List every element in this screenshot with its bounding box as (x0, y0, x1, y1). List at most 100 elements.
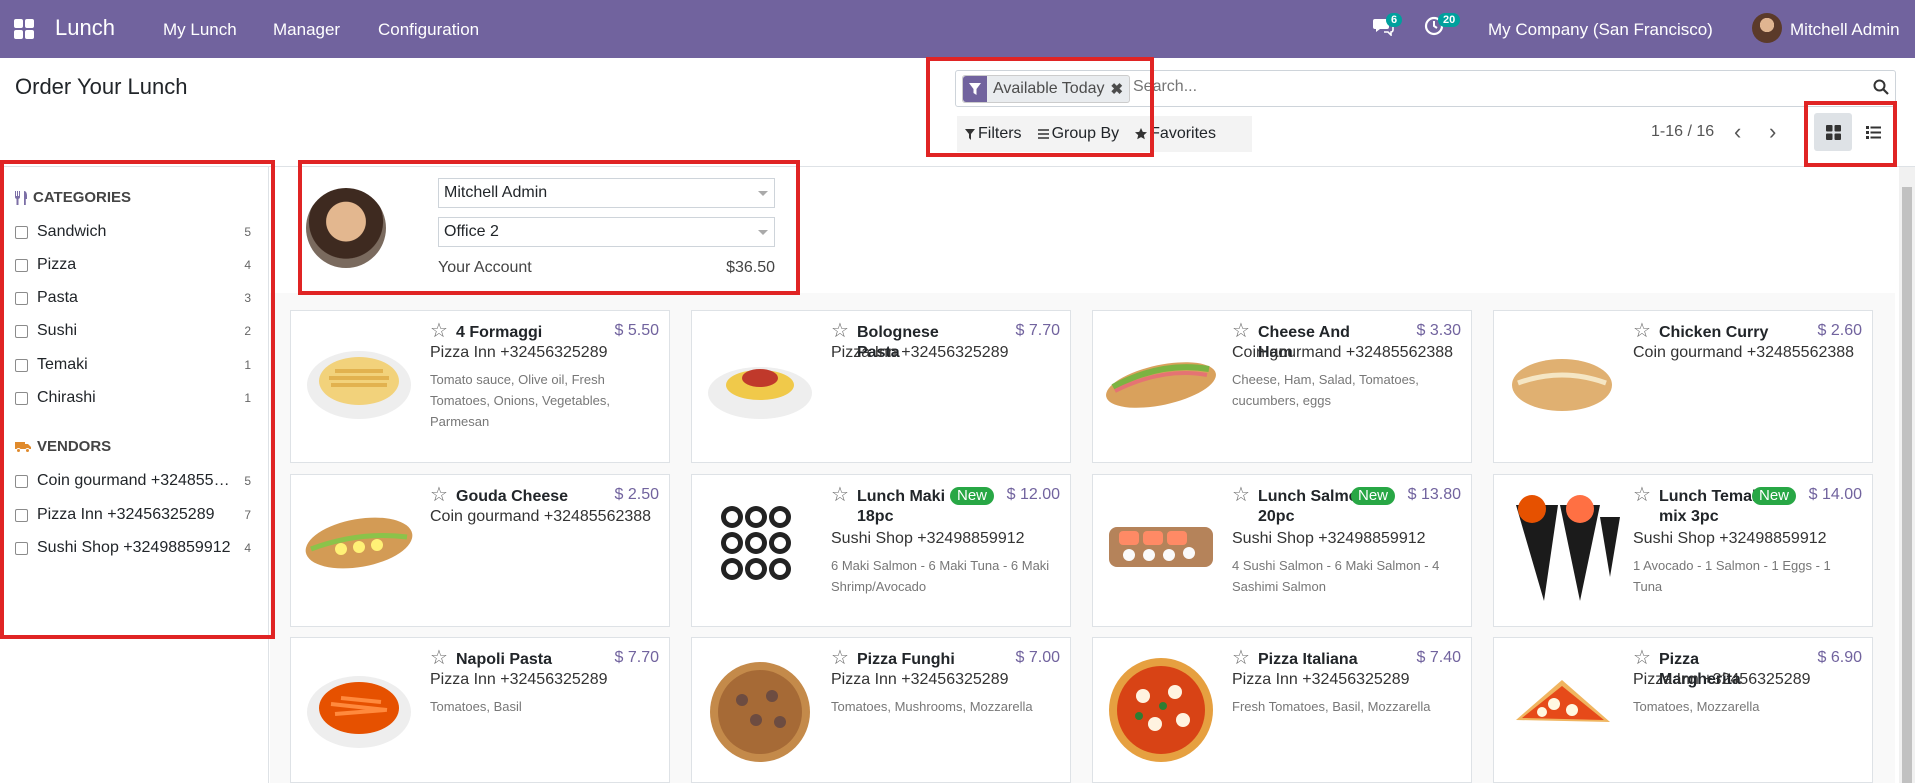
favorite-star-icon[interactable]: ☆ (831, 648, 849, 668)
product-card[interactable]: ☆ Pizza Italiana $ 7.40 Pizza Inn +32456325… (1092, 637, 1472, 783)
favorite-star-icon[interactable]: ☆ (1633, 485, 1651, 505)
scrollbar-thumb[interactable] (1902, 187, 1912, 783)
categories-title: CATEGORIES (33, 189, 132, 206)
list-view-button[interactable] (1854, 113, 1892, 151)
product-card[interactable]: ☆ Lunch Maki 18pc New $ 12.00 Sushi Shop +32… (691, 474, 1071, 627)
product-vendor: Sushi Shop +32498859912 (1633, 530, 1827, 547)
favorite-star-icon[interactable]: ☆ (831, 321, 849, 341)
filters-button[interactable]: Filters (957, 125, 1030, 143)
product-description: 4 Sushi Salmon - 6 Maki Salmon - 4 Sashi… (1232, 558, 1440, 594)
product-image (1106, 362, 1216, 408)
category-item[interactable]: Sandwich 5 (15, 221, 251, 243)
product-price: $ 5.50 (614, 322, 659, 339)
group-by-label: Group By (1051, 125, 1120, 142)
product-description: Tomatoes, Mozzarella (1633, 699, 1760, 714)
product-image (1109, 527, 1213, 567)
product-price: $ 7.40 (1416, 649, 1461, 666)
user-menu[interactable]: Mitchell Admin (1790, 20, 1900, 40)
kanban-view-button[interactable] (1814, 113, 1852, 151)
pager-value[interactable]: 1-16 / 16 (1651, 123, 1714, 141)
product-price: $ 13.80 (1407, 486, 1461, 503)
menu-configuration[interactable]: Configuration (378, 20, 479, 40)
product-vendor: Pizza Inn +32456325289 (430, 671, 608, 688)
group-by-button[interactable]: Group By (1030, 125, 1128, 143)
product-image (1516, 680, 1610, 722)
caret-down-icon (758, 230, 768, 235)
user-photo (306, 188, 386, 268)
product-price: $ 6.90 (1817, 649, 1862, 666)
vendor-item[interactable]: Pizza Inn +32456325289 7 (15, 504, 251, 526)
remove-facet-icon[interactable]: ✖ (1111, 80, 1130, 98)
product-name: Pizza Funghi (857, 651, 955, 668)
vendor-item[interactable]: Sushi Shop +32498859912 4 (15, 537, 251, 559)
product-card[interactable]: ☆ Bolognese Pasta $ 7.70 Pizza Inn +3245632… (691, 310, 1071, 463)
favorite-star-icon[interactable]: ☆ (430, 648, 448, 668)
category-item[interactable]: Pizza 4 (15, 254, 251, 276)
menu-manager[interactable]: Manager (273, 20, 340, 40)
scrollbar[interactable] (1899, 167, 1915, 783)
company-switcher[interactable]: My Company (San Francisco) (1488, 20, 1713, 40)
favorite-star-icon[interactable]: ☆ (831, 485, 849, 505)
product-name: Chicken Curry (1659, 324, 1769, 341)
checkbox[interactable] (15, 474, 28, 488)
product-description: Fresh Tomatoes, Basil, Mozzarella (1232, 699, 1431, 714)
new-badge: New (1350, 487, 1395, 505)
product-card[interactable]: ☆ 4 Formaggi $ 5.50 Pizza Inn +32456325289 T… (290, 310, 670, 463)
favorite-star-icon[interactable]: ☆ (430, 321, 448, 341)
location-select[interactable]: Office 2 (438, 217, 775, 247)
product-card[interactable]: ☆ Chicken Curry $ 2.60 Coin gourmand +32485… (1493, 310, 1873, 463)
product-image (307, 351, 411, 419)
product-vendor: Coin gourmand +32485562388 (1633, 344, 1855, 361)
menu-my-lunch[interactable]: My Lunch (163, 20, 237, 40)
search-input[interactable] (1131, 77, 1835, 97)
product-card[interactable]: ☆ Lunch Salmon 20pc New $ 13.80 Sushi Shop +… (1092, 474, 1472, 627)
category-item[interactable]: Pasta 3 (15, 287, 251, 309)
location-select-value: Office 2 (444, 223, 499, 240)
checkbox[interactable] (15, 541, 28, 555)
user-avatar[interactable] (1752, 13, 1782, 43)
favorite-star-icon[interactable]: ☆ (1232, 648, 1250, 668)
product-name: Napoli Pasta (456, 651, 553, 668)
favorites-button[interactable]: Favorites (1127, 125, 1224, 143)
pager-next-icon[interactable]: › (1769, 121, 1776, 143)
pager-previous-icon[interactable]: ‹ (1734, 121, 1741, 143)
product-card[interactable]: ☆ Gouda Cheese $ 2.50 Coin gourmand +324855… (290, 474, 670, 627)
product-card[interactable]: ☆ Napoli Pasta $ 7.70 Pizza Inn +3245632528… (290, 637, 670, 783)
product-price: $ 2.50 (614, 486, 659, 503)
product-card[interactable]: ☆ Pizza Margherita $ 6.90 Pizza Inn +324563… (1493, 637, 1873, 783)
category-label: Pasta (37, 289, 78, 306)
product-image (721, 506, 791, 580)
checkbox[interactable] (15, 225, 28, 239)
checkbox[interactable] (15, 391, 28, 405)
search-box[interactable]: Available Today ✖ (955, 70, 1896, 107)
vendor-item[interactable]: Coin gourmand +32485562388 5 (15, 470, 251, 492)
user-select[interactable]: Mitchell Admin (438, 178, 775, 208)
activities-button[interactable]: 20 (1424, 13, 1461, 41)
favorite-star-icon[interactable]: ☆ (430, 485, 448, 505)
checkbox[interactable] (15, 508, 28, 522)
category-item[interactable]: Chirashi 1 (15, 387, 251, 409)
favorite-star-icon[interactable]: ☆ (1633, 321, 1651, 341)
product-vendor: Sushi Shop +32498859912 (1232, 530, 1426, 547)
checkbox[interactable] (15, 258, 28, 272)
favorite-star-icon[interactable]: ☆ (1633, 648, 1651, 668)
favorite-star-icon[interactable]: ☆ (1232, 485, 1250, 505)
product-card[interactable]: ☆ Pizza Funghi $ 7.00 Pizza Inn +3245632528… (691, 637, 1071, 783)
product-price: $ 7.70 (1015, 322, 1060, 339)
app-brand[interactable]: Lunch (55, 15, 115, 41)
favorite-star-icon[interactable]: ☆ (1232, 321, 1250, 341)
apps-menu-icon[interactable] (14, 19, 34, 39)
product-image (305, 517, 413, 569)
checkbox[interactable] (15, 324, 28, 338)
category-label: Sandwich (37, 223, 107, 240)
category-item[interactable]: Sushi 2 (15, 320, 251, 342)
product-card[interactable]: ☆ Lunch Temaki mix 3pc New $ 14.00 Sushi Sho… (1493, 474, 1873, 627)
messages-button[interactable]: 6 (1372, 13, 1403, 41)
checkbox[interactable] (15, 358, 28, 372)
search-icon[interactable] (1873, 79, 1889, 95)
checkbox[interactable] (15, 291, 28, 305)
category-item[interactable]: Temaki 1 (15, 354, 251, 376)
product-description: Cheese, Ham, Salad, Tomatoes, cucumbers,… (1232, 372, 1419, 408)
product-card[interactable]: ☆ Cheese And Ham $ 3.30 Coin gourmand +3248… (1092, 310, 1472, 463)
product-name: Gouda Cheese (456, 488, 569, 505)
